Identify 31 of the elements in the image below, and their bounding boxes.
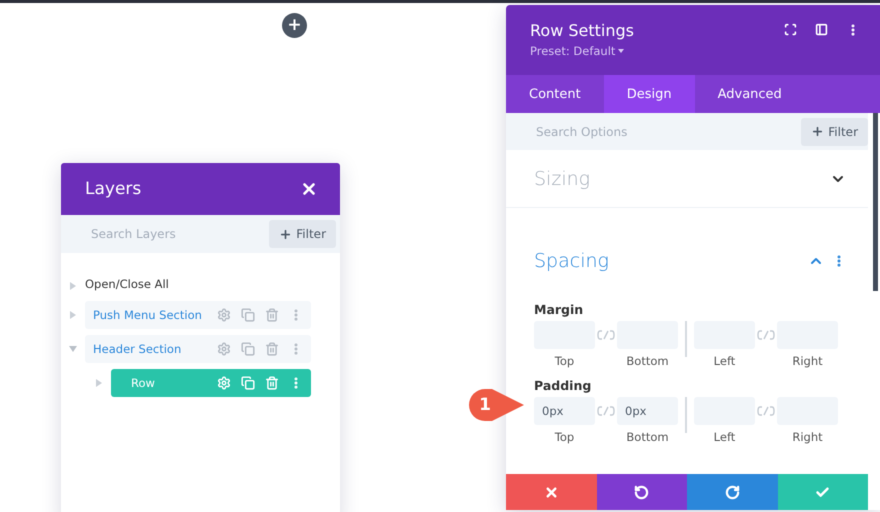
group-label: Padding bbox=[534, 378, 592, 393]
layer-label: Header Section bbox=[93, 342, 182, 356]
tab[interactable]: Design bbox=[604, 75, 695, 113]
field-label: Right bbox=[792, 430, 823, 444]
search-field[interactable]: Search Options bbox=[534, 124, 698, 140]
panel-title: Row Settings bbox=[530, 21, 634, 40]
field-label: Bottom bbox=[626, 354, 669, 368]
step-callout: 1 bbox=[468, 388, 524, 422]
layer-item[interactable]: Push Menu Section bbox=[85, 301, 311, 329]
spacing-input[interactable]: 0px bbox=[617, 397, 678, 425]
field-label: Bottom bbox=[626, 430, 669, 444]
open-close-all-link[interactable]: Open/Close All bbox=[85, 277, 169, 295]
layer-label: Row bbox=[131, 376, 155, 390]
section-title[interactable]: Spacing bbox=[534, 250, 609, 272]
field-label: Right bbox=[792, 354, 823, 368]
field-label: Left bbox=[714, 354, 736, 368]
field-label: Top bbox=[554, 430, 574, 444]
tab[interactable]: Content bbox=[506, 75, 604, 113]
filter-button[interactable]: Filter bbox=[801, 118, 868, 146]
add-button[interactable]: + bbox=[282, 13, 307, 38]
spacing-input[interactable]: 0px bbox=[534, 397, 595, 425]
preset-dropdown[interactable]: Preset: Default bbox=[530, 44, 634, 58]
search-field[interactable]: Search Layers bbox=[89, 226, 253, 242]
layer-label: Push Menu Section bbox=[93, 308, 202, 322]
filter-button[interactable]: Filter bbox=[269, 220, 336, 248]
field-label: Left bbox=[714, 430, 736, 444]
group-label: Margin bbox=[534, 302, 584, 317]
layer-item[interactable]: Header Section bbox=[85, 335, 311, 363]
panel-title: Layers bbox=[85, 179, 142, 199]
field-label: Top bbox=[554, 354, 574, 368]
tab[interactable]: Advanced bbox=[694, 75, 805, 113]
